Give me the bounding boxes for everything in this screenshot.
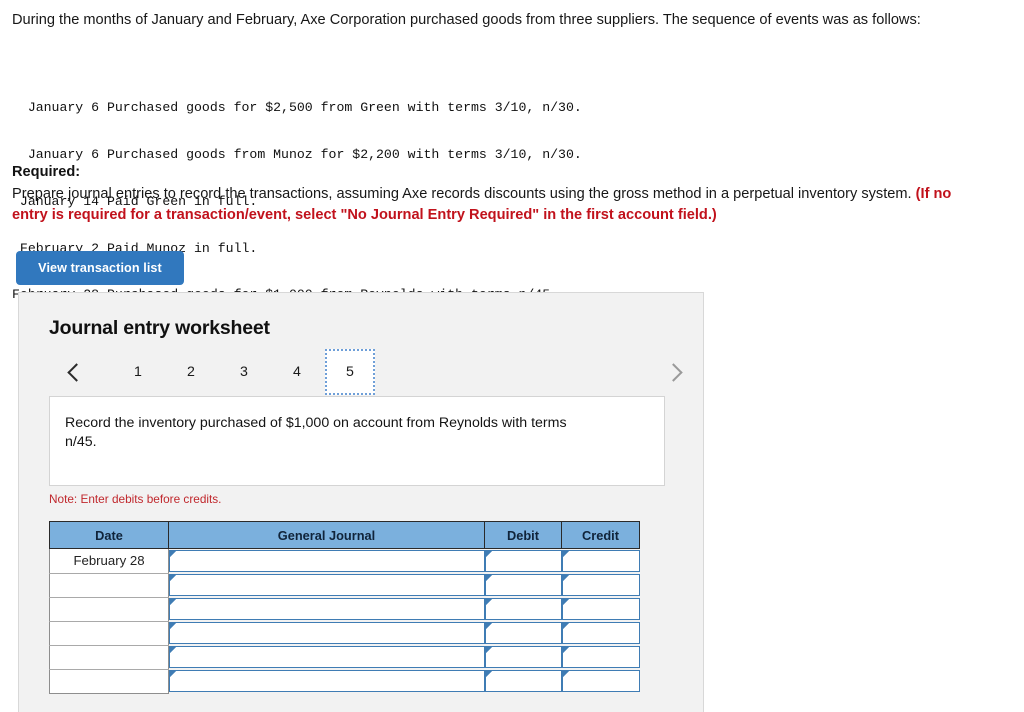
intro-paragraph: During the months of January and Februar… bbox=[12, 12, 921, 28]
view-transaction-list-button[interactable]: View transaction list bbox=[16, 251, 184, 285]
credit-input[interactable] bbox=[561, 621, 640, 645]
date-cell[interactable] bbox=[49, 668, 169, 694]
transaction-row: January 6 Purchased goods for $2,500 from… bbox=[12, 100, 582, 116]
debit-input[interactable] bbox=[484, 645, 562, 669]
general-journal-input[interactable] bbox=[169, 669, 485, 693]
credit-input[interactable] bbox=[561, 669, 640, 693]
worksheet-pager: 1 2 3 4 5 bbox=[41, 349, 685, 395]
date-cell[interactable]: February 28 bbox=[49, 548, 169, 574]
required-instructions: Prepare journal entries to record the tr… bbox=[12, 186, 916, 202]
journal-entry-table: Date General Journal Debit Credit Februa… bbox=[49, 521, 640, 694]
journal-entry-worksheet-panel: Journal entry worksheet 1 2 3 4 5 Record… bbox=[18, 292, 704, 712]
debit-input[interactable] bbox=[484, 573, 562, 597]
credit-input[interactable] bbox=[561, 597, 640, 621]
table-row bbox=[49, 620, 640, 646]
column-header-credit: Credit bbox=[561, 521, 640, 549]
worksheet-tab-3[interactable]: 3 bbox=[219, 349, 269, 395]
credit-input[interactable] bbox=[561, 645, 640, 669]
worksheet-tab-1[interactable]: 1 bbox=[113, 349, 163, 395]
table-row bbox=[49, 668, 640, 694]
table-row bbox=[49, 572, 640, 598]
transaction-row: January 6 Purchased goods from Munoz for … bbox=[12, 147, 582, 163]
debit-input[interactable] bbox=[484, 669, 562, 693]
chevron-left-icon[interactable] bbox=[61, 349, 89, 395]
chevron-right-icon[interactable] bbox=[661, 349, 689, 395]
general-journal-input[interactable] bbox=[169, 621, 485, 645]
worksheet-title: Journal entry worksheet bbox=[49, 317, 270, 339]
transaction-description: Purchased goods for $2,500 from Green wi… bbox=[106, 100, 582, 116]
table-row: February 28 bbox=[49, 548, 640, 574]
worksheet-tab-4[interactable]: 4 bbox=[272, 349, 322, 395]
date-cell[interactable] bbox=[49, 644, 169, 670]
date-cell[interactable] bbox=[49, 596, 169, 622]
debit-input[interactable] bbox=[484, 549, 562, 574]
table-row bbox=[49, 644, 640, 670]
column-header-general-journal: General Journal bbox=[168, 521, 485, 549]
instruction-text: Record the inventory purchased of $1,000… bbox=[65, 415, 567, 450]
transaction-description: Purchased goods from Munoz for $2,200 wi… bbox=[106, 146, 582, 162]
debit-input[interactable] bbox=[484, 621, 562, 645]
required-label: Required: bbox=[12, 164, 81, 180]
credit-input[interactable] bbox=[561, 573, 640, 597]
general-journal-input[interactable] bbox=[169, 597, 485, 621]
transaction-date: January 6 bbox=[27, 146, 100, 162]
date-cell[interactable] bbox=[49, 620, 169, 646]
debit-input[interactable] bbox=[484, 597, 562, 621]
date-cell[interactable] bbox=[49, 572, 169, 598]
column-header-debit: Debit bbox=[484, 521, 562, 549]
column-header-date: Date bbox=[49, 521, 169, 549]
transaction-date: January 6 bbox=[27, 100, 100, 116]
table-row bbox=[49, 596, 640, 622]
required-body: Prepare journal entries to record the tr… bbox=[12, 184, 972, 226]
credit-input[interactable] bbox=[561, 549, 640, 574]
general-journal-input[interactable] bbox=[169, 573, 485, 597]
worksheet-tab-5[interactable]: 5 bbox=[325, 349, 375, 395]
worksheet-tab-2[interactable]: 2 bbox=[166, 349, 216, 395]
page-root: During the months of January and Februar… bbox=[0, 0, 1024, 712]
general-journal-input[interactable] bbox=[169, 549, 485, 574]
table-header-row: Date General Journal Debit Credit bbox=[49, 521, 640, 549]
instruction-box: Record the inventory purchased of $1,000… bbox=[49, 396, 665, 486]
debits-before-credits-note: Note: Enter debits before credits. bbox=[49, 492, 222, 506]
general-journal-input[interactable] bbox=[169, 645, 485, 669]
